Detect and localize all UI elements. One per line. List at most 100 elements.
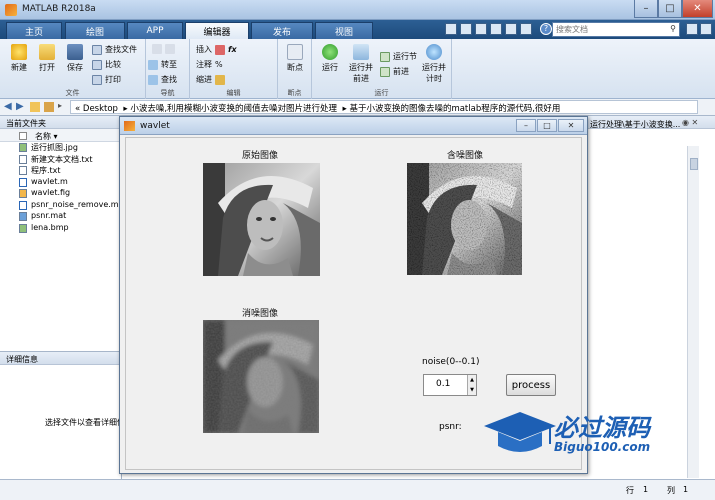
open-button[interactable]: 打开 (34, 44, 60, 73)
close-button[interactable]: ✕ (682, 0, 713, 18)
advance-button[interactable]: 前进 (380, 66, 409, 77)
m-file-icon (19, 177, 27, 187)
maximize-button[interactable]: □ (658, 0, 682, 18)
run-time-button[interactable]: 运行并计时 (420, 44, 448, 84)
new-button[interactable]: 新建 (6, 44, 32, 73)
save-button[interactable]: 保存 (62, 44, 88, 73)
back-icon[interactable]: ◀ (4, 101, 12, 112)
file-list: 运行抓图.jpg 新建文本文档.txt 程序.txt wavlet.m wavlet.f… (0, 142, 121, 234)
forward-arrow-icon (165, 44, 175, 54)
graduation-cap-icon (484, 412, 556, 452)
print-button[interactable]: 打印 (92, 74, 121, 85)
process-button[interactable]: process (506, 374, 556, 396)
open-folder-icon (39, 44, 55, 60)
run-section-button[interactable]: 运行节 (380, 51, 417, 62)
figure-minimize-button[interactable]: – (516, 119, 536, 132)
find-files-icon (92, 44, 102, 55)
noise-value[interactable]: 0.1 (436, 379, 450, 389)
quick-access-save-icon[interactable] (445, 23, 457, 35)
original-image-caption: 原始图像 (242, 151, 279, 161)
matlab-logo-icon (5, 4, 17, 16)
mat-file-icon (19, 212, 27, 221)
watermark-url: Biguo100.com (554, 440, 651, 454)
file-list-item[interactable]: wavlet.fig (0, 188, 121, 200)
print-label: 打印 (105, 75, 121, 84)
tab-editor[interactable]: 编辑器 (185, 22, 249, 39)
percent-icon[interactable]: % (215, 60, 223, 69)
title-bar: MATLAB R2018a – □ ✕ (0, 0, 715, 20)
file-name: 运行抓图.jpg (31, 143, 78, 152)
file-list-item[interactable]: wavlet.m (0, 177, 121, 189)
run-button[interactable]: 运行 (316, 44, 344, 73)
compare-button[interactable]: 比较 (92, 59, 121, 70)
file-list-item[interactable]: 程序.txt (0, 165, 121, 177)
watermark-text: 必过源码 (554, 414, 650, 442)
search-input[interactable]: 搜索文档 ⚲ (552, 22, 680, 37)
quick-access-cut-icon[interactable] (460, 23, 472, 35)
fx-button[interactable]: fx (228, 45, 237, 54)
path-segment-folder[interactable]: 小波去噪,利用模糊小波变换的阈值去噪对图片进行处理 (130, 104, 337, 113)
current-folder-path[interactable]: « Desktop ▸ 小波去噪,利用模糊小波变换的阈值去噪对图片进行处理 ▸ … (70, 100, 698, 114)
file-list-item[interactable]: lena.bmp (0, 223, 121, 235)
minimize-button[interactable]: – (634, 0, 658, 18)
column-checkbox-icon (19, 132, 27, 140)
breakpoints-group: 断点 断点 (278, 39, 312, 99)
quick-access-undo-icon[interactable] (505, 23, 517, 35)
details-header: 详细信息 (0, 352, 121, 365)
tab-view[interactable]: 视图 (315, 22, 373, 39)
indent-button[interactable]: 缩进 (196, 74, 225, 85)
expand-ribbon-icon[interactable] (700, 23, 712, 35)
quick-access-copy-icon[interactable] (475, 23, 487, 35)
column-header[interactable]: 名称 ▾ (0, 129, 121, 142)
panel-close-icon[interactable]: ◉ ✕ (682, 118, 698, 127)
noise-spinner-arrows[interactable]: ▲ ▼ (467, 375, 476, 395)
search-icon[interactable]: ⚲ (670, 24, 676, 33)
file-list-item[interactable]: 运行抓图.jpg (0, 142, 121, 154)
file-name: lena.bmp (31, 222, 69, 232)
file-group-label: 文件 (65, 89, 80, 97)
help-icon[interactable]: ? (540, 23, 552, 35)
nav-arrows[interactable] (152, 44, 175, 54)
scrollbar-thumb[interactable] (690, 158, 698, 170)
tab-publish[interactable]: 发布 (251, 22, 313, 39)
notification-icon[interactable] (686, 23, 698, 35)
file-list-item[interactable]: 新建文本文档.txt (0, 154, 121, 166)
noise-label: noise(0--0.1) (422, 357, 480, 367)
tab-plots[interactable]: 绘图 (65, 22, 125, 39)
path-segment-desktop[interactable]: « Desktop (75, 104, 118, 113)
browse-folder-icon[interactable] (44, 102, 54, 112)
quick-access-paste-icon[interactable] (490, 23, 502, 35)
quick-access-redo-icon[interactable] (520, 23, 532, 35)
address-dropdown-icon[interactable]: ▸ (58, 101, 62, 110)
find-button[interactable]: 查找 (148, 74, 177, 85)
run-section-label: 运行节 (393, 52, 417, 61)
insert-label: 插入 (196, 45, 212, 54)
comment-button[interactable]: 注释 % (196, 59, 223, 70)
path-segment-subfolder[interactable]: 基于小波变换的图像去噪的matlab程序的源代码,很好用 (349, 104, 560, 113)
insert-button[interactable]: 插入 fx (196, 44, 237, 55)
file-name: psnr.mat (31, 211, 67, 220)
m-file-icon (19, 200, 27, 210)
figure-close-button[interactable]: ✕ (558, 119, 584, 132)
editor-scrollbar[interactable] (687, 146, 699, 378)
file-list-item[interactable]: psnr_noise_remove.m (0, 200, 121, 212)
up-folder-icon[interactable] (30, 102, 40, 112)
tab-home[interactable]: 主页 (6, 22, 62, 39)
run-section-icon (380, 51, 390, 62)
insert-icon (215, 44, 225, 55)
find-files-button[interactable]: 查找文件 (92, 44, 137, 55)
indent-icon (215, 74, 225, 85)
goto-button[interactable]: 转至 (148, 59, 177, 70)
breakpoint-button[interactable]: 断点 (282, 44, 308, 73)
noise-input[interactable]: 0.1 ▲ ▼ (423, 374, 477, 396)
print-icon (92, 74, 102, 85)
forward-icon[interactable]: ▶ (16, 101, 24, 112)
denoised-image-caption: 消噪图像 (242, 309, 279, 319)
tab-apps[interactable]: APP (127, 22, 183, 39)
denoised-image (203, 320, 319, 433)
run-advance-button[interactable]: 运行并前进 (346, 44, 376, 84)
file-list-item[interactable]: psnr.mat (0, 211, 121, 223)
noisy-image (407, 163, 522, 275)
column-name-label[interactable]: 名称 (35, 132, 51, 141)
figure-maximize-button[interactable]: □ (537, 119, 557, 132)
